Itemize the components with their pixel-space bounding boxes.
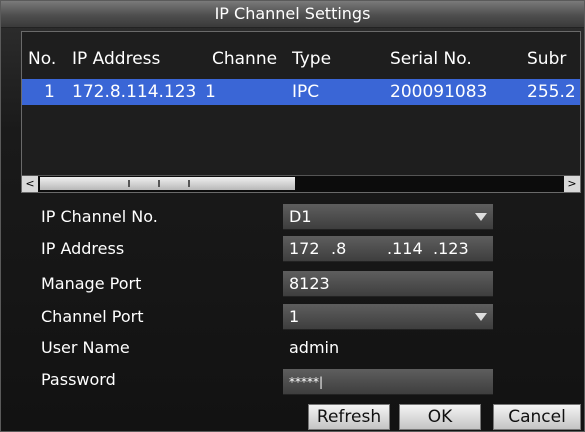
chevron-down-icon: [475, 313, 487, 321]
cell-serial-no: 200091083: [390, 82, 488, 102]
grip-line: [128, 180, 130, 187]
user-name-value[interactable]: admin: [283, 335, 493, 361]
ip-channel-no-select[interactable]: D1: [283, 204, 493, 230]
ip-octet-3[interactable]: .114: [387, 236, 423, 262]
password-label: Password: [41, 370, 116, 389]
scroll-left-icon[interactable]: <: [22, 176, 38, 192]
ip-address-field[interactable]: 172 .8 .114 .123: [283, 236, 493, 262]
ip-octet-1[interactable]: 172: [289, 236, 320, 262]
channel-port-value: 1: [289, 307, 300, 326]
ip-channel-settings-window: IP Channel Settings No. IP Address Chann…: [0, 0, 585, 432]
ip-octet-2[interactable]: .8: [331, 236, 346, 262]
ip-channel-no-value: D1: [289, 207, 312, 226]
column-header-serial-no[interactable]: Serial No.: [390, 46, 510, 72]
grip-line: [188, 180, 190, 187]
user-name-label: User Name: [41, 338, 130, 357]
chevron-down-icon: [475, 213, 487, 221]
scroll-right-icon[interactable]: >: [564, 176, 580, 192]
table-row[interactable]: 1 172.8.114.123 1 IPC 200091083 255.2: [22, 79, 580, 105]
window-title: IP Channel Settings: [1, 1, 584, 28]
ip-octet-4[interactable]: .123: [433, 236, 469, 262]
ip-channel-no-label: IP Channel No.: [41, 207, 158, 226]
channel-port-label: Channel Port: [41, 307, 144, 326]
manage-port-label: Manage Port: [41, 274, 142, 293]
column-header-subnet[interactable]: Subr: [527, 46, 580, 72]
cell-ip-address: 172.8.114.123: [72, 82, 197, 102]
cell-type: IPC: [292, 82, 320, 102]
column-header-no[interactable]: No.: [28, 46, 68, 72]
cell-channel: 1: [205, 82, 216, 102]
list-header: No. IP Address Channe Type Serial No. Su…: [22, 46, 580, 72]
password-input[interactable]: *****|: [283, 369, 493, 395]
ip-address-label: IP Address: [41, 239, 125, 258]
horizontal-scrollbar[interactable]: < >: [22, 175, 580, 192]
refresh-button[interactable]: Refresh: [308, 404, 390, 430]
column-header-type[interactable]: Type: [292, 46, 392, 72]
button-bar: Refresh OK Cancel: [1, 404, 584, 432]
scrollbar-thumb[interactable]: [40, 177, 295, 190]
manage-port-input[interactable]: 8123: [283, 271, 493, 297]
cell-subnet: 255.2: [527, 82, 576, 102]
ok-button[interactable]: OK: [399, 404, 481, 430]
cancel-button[interactable]: Cancel: [493, 404, 581, 430]
grip-line: [158, 180, 160, 187]
channel-port-select[interactable]: 1: [283, 304, 493, 330]
column-header-ip-address[interactable]: IP Address: [72, 46, 208, 72]
ip-channel-list[interactable]: No. IP Address Channe Type Serial No. Su…: [21, 31, 581, 193]
column-header-channel[interactable]: Channe: [212, 46, 292, 72]
